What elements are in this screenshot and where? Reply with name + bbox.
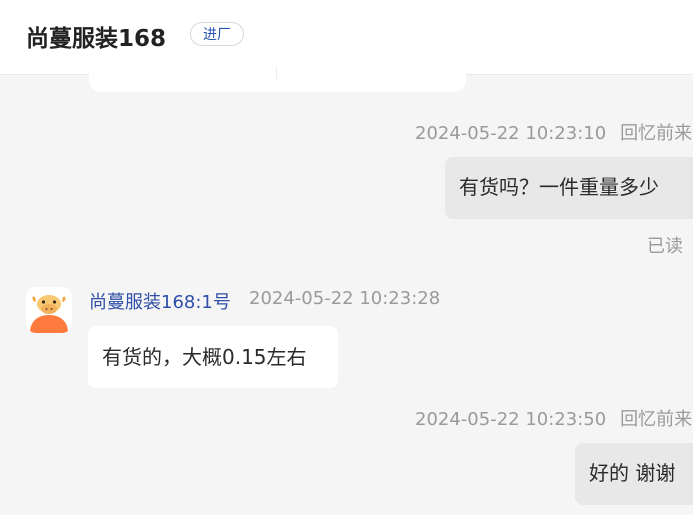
outgoing-message-bubble[interactable]: 有货吗？一件重量多少	[445, 157, 693, 219]
outgoing-message-bubble[interactable]: 好的 谢谢	[575, 443, 693, 505]
message-meta: 2024-05-22 10:23:10 回忆前来	[415, 119, 692, 145]
message-text: 有货吗？一件重量多少	[459, 175, 659, 199]
enter-factory-badge[interactable]: 进厂	[190, 22, 244, 46]
message-text: 好的 谢谢	[589, 461, 676, 485]
read-status: 已读	[647, 236, 683, 257]
sender-avatar[interactable]	[26, 287, 72, 333]
previous-message-bubble	[89, 60, 466, 92]
message-timestamp: 2024-05-22 10:23:28	[249, 288, 441, 309]
cow-mascot-icon	[26, 287, 72, 333]
recall-link[interactable]: 回忆前来	[620, 123, 692, 144]
message-text: 有货的，大概0.15左右	[102, 345, 307, 369]
chat-title: 尚蔓服装168	[26, 26, 167, 52]
message-timestamp: 2024-05-22 10:23:10	[415, 123, 607, 144]
previous-message-divider	[276, 66, 277, 80]
message-meta: 2024-05-22 10:23:50 回忆前来	[415, 405, 692, 431]
recall-link[interactable]: 回忆前来	[620, 409, 692, 430]
message-timestamp: 2024-05-22 10:23:50	[415, 409, 607, 430]
incoming-message-bubble[interactable]: 有货的，大概0.15左右	[88, 326, 338, 388]
sender-name[interactable]: 尚蔓服装168:1号	[89, 288, 231, 314]
